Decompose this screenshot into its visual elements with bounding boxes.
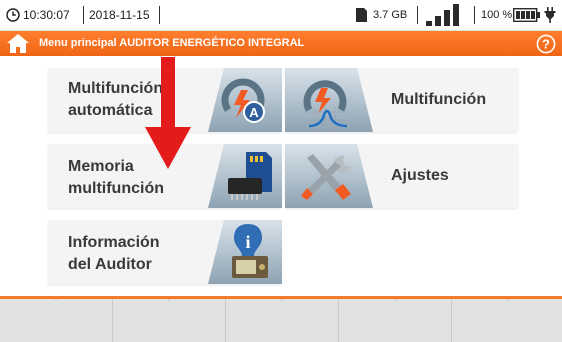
- svg-text:i: i: [245, 232, 250, 252]
- svg-text:A: A: [249, 105, 259, 120]
- softkey-bar: [0, 296, 562, 342]
- tile-auditor-info[interactable]: Información del Auditor i: [48, 220, 282, 284]
- tile-label-line1: Información: [68, 234, 160, 251]
- tools-icon: [285, 144, 373, 213]
- home-button[interactable]: [6, 33, 30, 54]
- auto-measurement-icon: A: [196, 68, 282, 137]
- tile-multifunction[interactable]: Multifunción: [285, 68, 518, 132]
- battery-percent: 100 %: [481, 9, 513, 21]
- multifunction-meter-icon: [285, 68, 373, 137]
- power-plug-icon: [544, 0, 556, 30]
- storage-free: 3.7 GB: [373, 9, 408, 21]
- help-icon: ?: [536, 34, 556, 54]
- softkey-2[interactable]: [113, 296, 226, 342]
- memory-card-chip-icon: [196, 144, 282, 213]
- clock-icon: [6, 0, 20, 30]
- tile-label-line2: multifunción: [68, 180, 164, 197]
- tile-label-line2: del Auditor: [68, 256, 152, 273]
- title-bar: Menu principal AUDITOR ENERGÉTICO INTEGR…: [0, 31, 562, 56]
- softkey-5[interactable]: [452, 296, 562, 342]
- tile-settings[interactable]: Ajustes: [285, 144, 518, 208]
- softkey-4[interactable]: [339, 296, 452, 342]
- page-title: Menu principal AUDITOR ENERGÉTICO INTEGR…: [39, 37, 305, 49]
- red-arrow-down-icon: [145, 57, 191, 169]
- softkey-1[interactable]: [0, 296, 113, 342]
- status-time: 10:30:07: [23, 8, 70, 22]
- tile-label-line1: Ajustes: [391, 167, 449, 184]
- battery-icon: [513, 0, 541, 30]
- softkey-3[interactable]: [226, 296, 339, 342]
- info-device-icon: i: [196, 220, 282, 289]
- signal-bars-icon: [425, 0, 463, 30]
- sd-card-icon: [355, 0, 368, 30]
- status-bar: 10:30:07 2018-11-15 3.7 GB 100 %: [0, 0, 562, 31]
- status-date: 2018-11-15: [89, 8, 150, 22]
- help-button[interactable]: ?: [536, 34, 556, 54]
- tile-label-line1: Multifunción: [391, 91, 487, 108]
- svg-text:?: ?: [542, 37, 550, 52]
- home-icon: [7, 34, 29, 53]
